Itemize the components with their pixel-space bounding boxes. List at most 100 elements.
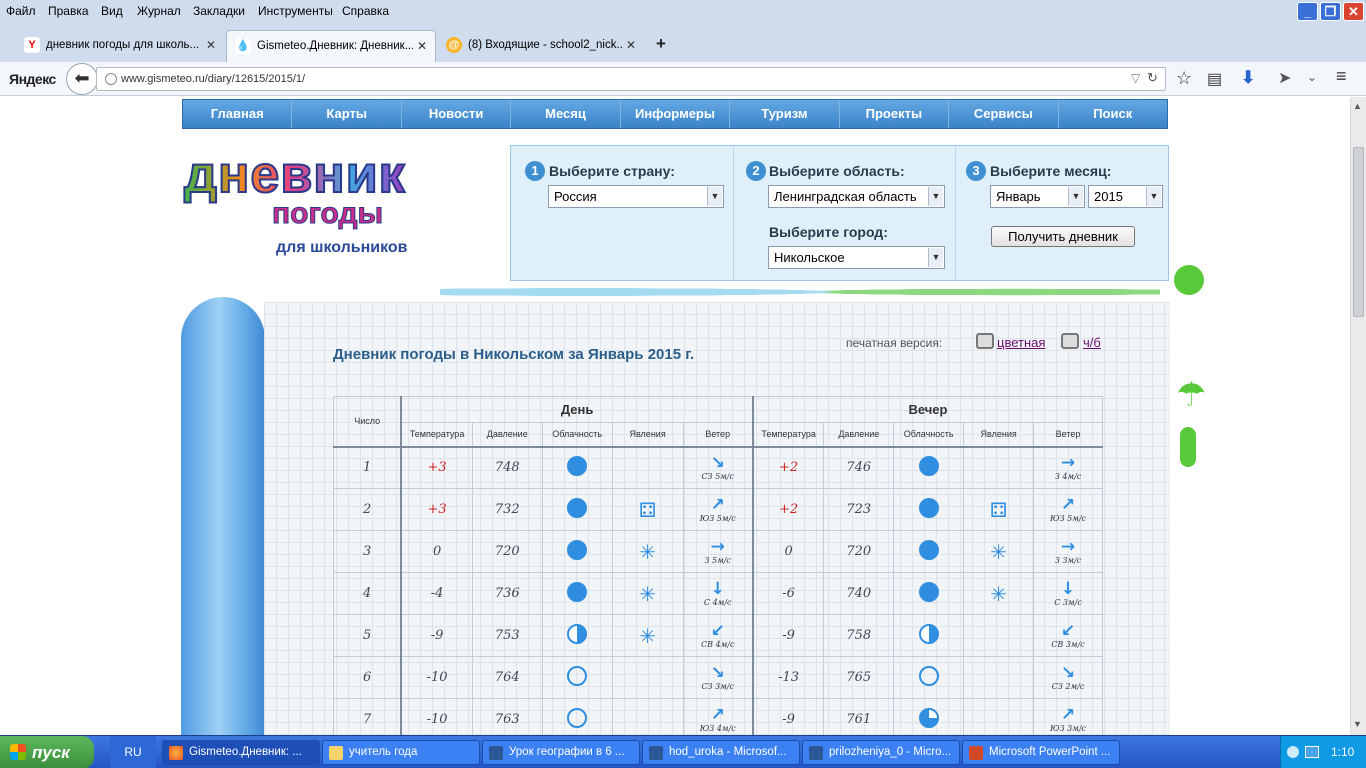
task-word-3[interactable]: prilozheniya_0 - Micro...: [802, 740, 960, 765]
address-bar[interactable]: www.gismeteo.ru/diary/12615/2015/1/ ▽ ↻: [96, 67, 1166, 91]
task-firefox[interactable]: Gismeteo.Дневник: ...: [162, 740, 320, 765]
nav-maps[interactable]: Карты: [292, 100, 402, 128]
wind-arrow-icon: ↗: [1060, 494, 1076, 515]
menu-view[interactable]: Вид: [101, 4, 123, 18]
cloud-cover-icon: [918, 455, 939, 476]
col-header: Облачность: [541, 422, 613, 447]
region-value: Ленинградская область: [774, 189, 917, 204]
nav-projects[interactable]: Проекты: [840, 100, 950, 128]
dropdown-icon[interactable]: ▽: [1131, 71, 1140, 85]
city-select[interactable]: Никольское ▼: [768, 246, 945, 269]
nav-tourism[interactable]: Туризм: [730, 100, 840, 128]
wind-arrow-icon: ↗: [710, 494, 725, 515]
evening-cloudiness: [893, 572, 965, 615]
chevron-down-icon: ▼: [1068, 187, 1083, 206]
day-wind: ↘ СЗ 5м/с: [682, 445, 754, 489]
menu-help[interactable]: Справка: [342, 4, 389, 18]
evening-wind: → З 3м/с: [1033, 530, 1103, 573]
windows-taskbar: пуск RU Gismeteo.Дневник: ... учитель го…: [0, 735, 1366, 768]
scroll-up-icon[interactable]: ▲: [1353, 101, 1362, 111]
evening-temperature: +2: [751, 488, 825, 531]
day-number: 3: [333, 530, 402, 573]
day-phenomena: ✳: [611, 614, 684, 657]
task-word-1[interactable]: Урок географии в 6 ...: [482, 740, 640, 765]
nav-month[interactable]: Месяц: [511, 100, 621, 128]
vertical-scrollbar[interactable]: ▲ ▼: [1350, 97, 1366, 735]
snow-icon: ✳: [639, 581, 656, 606]
menu-tools[interactable]: Инструменты: [258, 4, 333, 18]
print-color-link[interactable]: цветная: [997, 335, 1045, 350]
close-tab-icon[interactable]: ✕: [626, 38, 636, 52]
nav-services[interactable]: Сервисы: [949, 100, 1059, 128]
bookmark-star-icon[interactable]: ☆: [1176, 68, 1192, 89]
month-select[interactable]: Январь ▼: [990, 185, 1085, 208]
printer-icon[interactable]: [1061, 333, 1079, 349]
evening-temperature: -9: [751, 698, 825, 735]
close-window-button[interactable]: ✕: [1343, 2, 1364, 21]
new-tab-button[interactable]: +: [656, 34, 666, 54]
network-icon[interactable]: [1305, 746, 1319, 758]
day-wind: → З 5м/с: [682, 530, 754, 573]
scroll-thumb[interactable]: [1353, 147, 1364, 317]
minimize-button[interactable]: _: [1297, 2, 1318, 21]
day-cloudiness: [541, 488, 613, 531]
paint-splash-decoration: [440, 283, 1160, 301]
wind-arrow-icon: ↗: [710, 704, 725, 725]
day-number: 5: [333, 614, 402, 657]
back-button[interactable]: ⬅: [66, 63, 98, 95]
task-word-2[interactable]: hod_uroka - Microsof...: [642, 740, 800, 765]
menu-edit[interactable]: Правка: [48, 4, 89, 18]
col-header: Ветер: [1033, 422, 1103, 447]
reading-list-icon[interactable]: ▤: [1207, 69, 1222, 89]
table-row: 4 -4 736 ✳ ↓ С 4м/с -6 740 ✳ ↓ С 3м/с: [333, 572, 1103, 615]
wind-arrow-icon: ↘: [710, 452, 725, 473]
close-tab-icon[interactable]: ✕: [417, 39, 427, 53]
globe-icon: [105, 73, 117, 85]
diary-logo[interactable]: дневник погоды для школьников: [183, 145, 484, 275]
country-select[interactable]: Россия ▼: [548, 185, 724, 208]
menu-bookmarks[interactable]: Закладки: [193, 4, 245, 18]
year-select[interactable]: 2015 ▼: [1088, 185, 1163, 208]
menu-history[interactable]: Журнал: [137, 4, 181, 18]
close-tab-icon[interactable]: ✕: [206, 38, 216, 52]
day-number: 7: [333, 698, 402, 735]
chevron-down-icon: ▼: [928, 187, 943, 206]
downloads-icon[interactable]: ⬇: [1241, 68, 1255, 88]
day-number: 6: [333, 656, 402, 699]
nav-news[interactable]: Новости: [402, 100, 512, 128]
table-row: 3 0 720 ✳ → З 5м/с 0 720 ✳ → З 3м/с: [333, 530, 1103, 573]
yandex-brand[interactable]: Яндекс: [9, 71, 56, 87]
task-folder[interactable]: учитель года: [322, 740, 480, 765]
task-powerpoint[interactable]: Microsoft PowerPoint ...: [962, 740, 1120, 765]
diary-title: Дневник погоды в Никольском за Январь 20…: [333, 346, 695, 363]
tab-yandex-search[interactable]: Y дневник погоды для школь... ✕: [16, 30, 224, 62]
reload-icon[interactable]: ↻: [1147, 70, 1158, 86]
hamburger-menu-icon[interactable]: ≡: [1336, 66, 1347, 87]
send-icon[interactable]: ➤: [1278, 68, 1291, 88]
cloud-cover-icon: [918, 581, 939, 602]
start-button[interactable]: пуск: [0, 736, 94, 768]
menu-file[interactable]: Файл: [6, 4, 36, 18]
region-select[interactable]: Ленинградская область ▼: [768, 185, 945, 208]
language-indicator[interactable]: RU: [110, 736, 156, 768]
scroll-down-icon[interactable]: ▼: [1353, 719, 1362, 729]
nav-search[interactable]: Поиск: [1059, 100, 1167, 128]
print-bw-link[interactable]: ч/б: [1083, 335, 1101, 350]
chevron-down-icon[interactable]: ⌄: [1307, 70, 1317, 84]
powerpoint-icon: [969, 746, 983, 760]
nav-main[interactable]: Главная: [183, 100, 293, 128]
day-temperature: +3: [400, 488, 473, 531]
gismeteo-drop-icon: 💧: [235, 38, 251, 54]
get-diary-button[interactable]: Получить дневник: [991, 226, 1135, 247]
evening-phenomena: [963, 445, 1035, 489]
printer-icon[interactable]: [976, 333, 994, 349]
tab-mail[interactable]: @ (8) Входящие - school2_nick... ✕: [438, 30, 646, 62]
maximize-button[interactable]: ❐: [1320, 2, 1341, 21]
evening-pressure: 758: [823, 614, 895, 657]
city-value: Никольское: [774, 250, 845, 265]
nav-informers[interactable]: Информеры: [621, 100, 731, 128]
evening-wind: ↘ СЗ 2м/с: [1033, 656, 1103, 699]
help-icon[interactable]: [1287, 746, 1299, 758]
tab-gismeteo[interactable]: 💧 Gismeteo.Дневник: Дневник... ✕: [226, 30, 436, 62]
day-pressure: 736: [471, 572, 543, 615]
